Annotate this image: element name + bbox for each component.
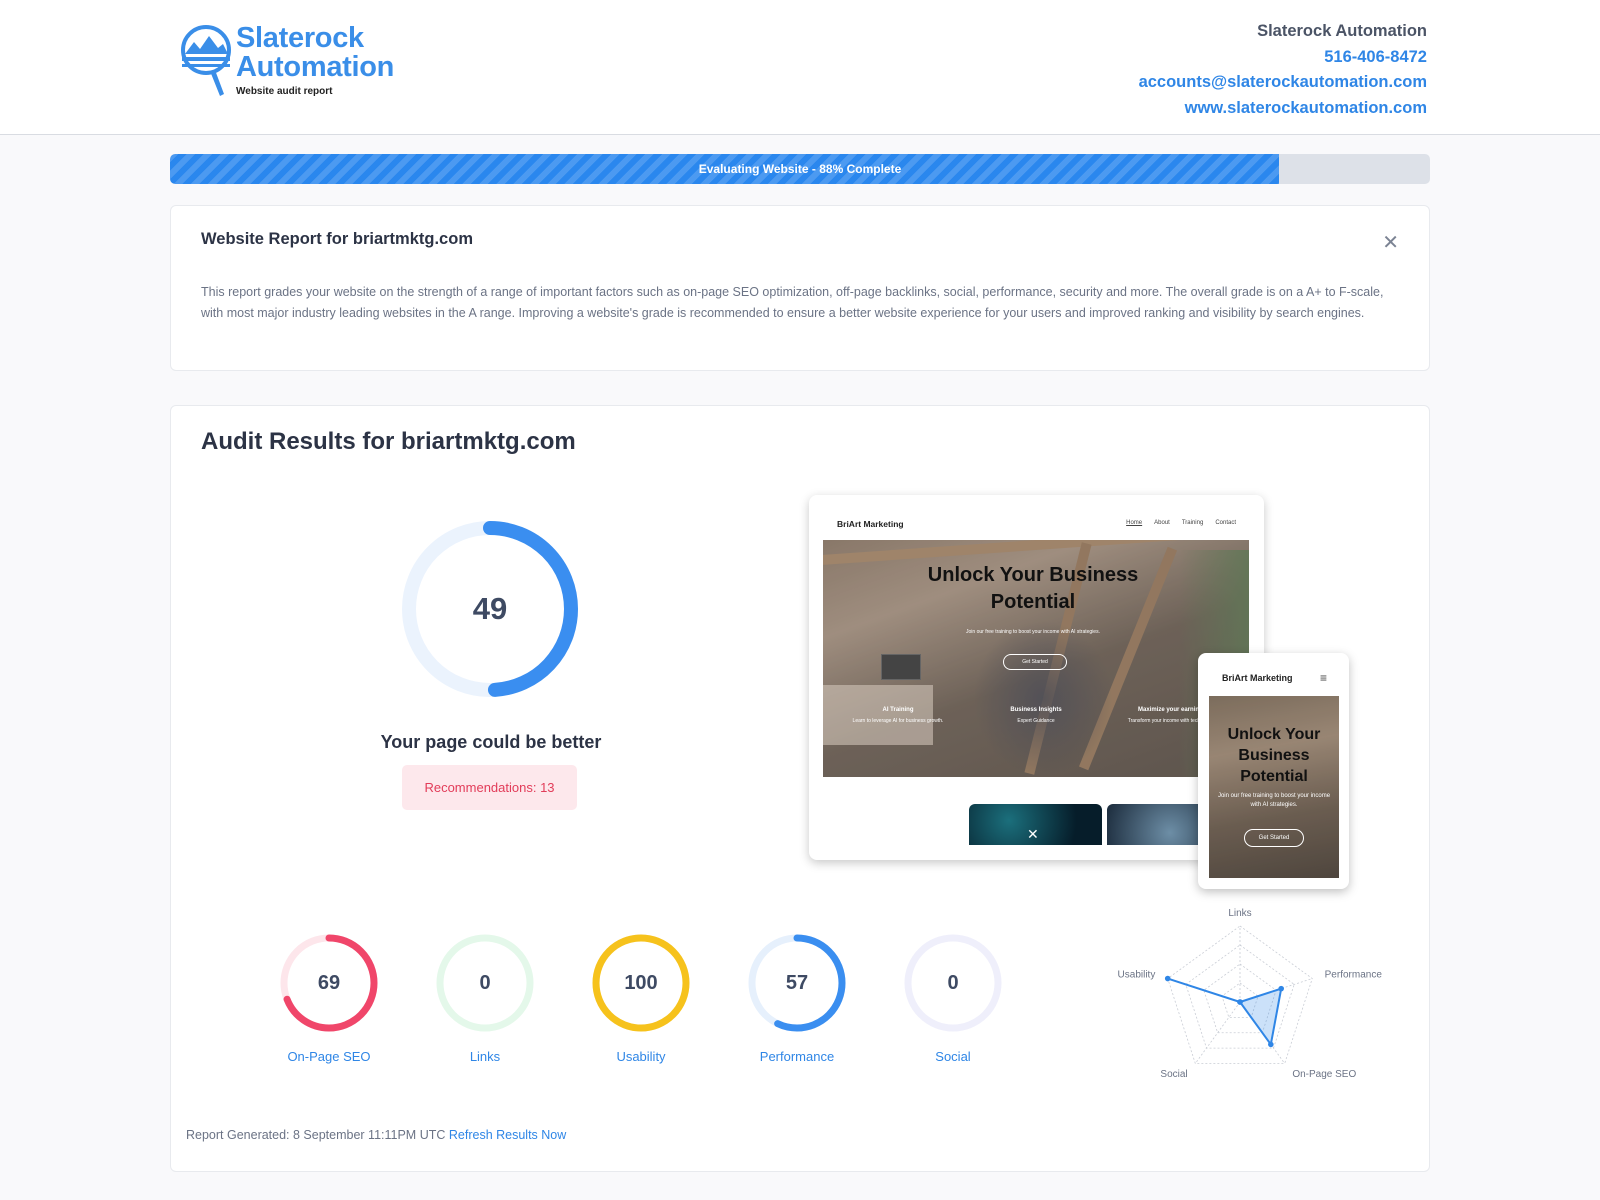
evaluation-progress-bar: Evaluating Website - 88% Complete (170, 154, 1430, 184)
category-gauge-usability[interactable]: 100 Usability (586, 931, 696, 1064)
hamburger-menu-icon: ≡ (1319, 671, 1327, 685)
mobile-preview: BriArt Marketing ≡ Unlock Your Business … (1198, 653, 1349, 889)
category-gauge-performance[interactable]: 57 Performance (742, 931, 852, 1064)
desktop-preview: BriArt Marketing Home About Training Con… (809, 495, 1264, 860)
radar-axis-label: On-Page SEO (1292, 1069, 1356, 1080)
category-score: 100 (624, 972, 658, 994)
preview-nav-about: About (1154, 520, 1170, 526)
preview-feature-text: Expert Guidance (1017, 718, 1055, 724)
category-score: 0 (479, 972, 491, 994)
preview-feature-title: AI Training (882, 707, 914, 713)
logo-tagline: Website audit report (236, 86, 333, 97)
radar-point (1278, 985, 1284, 992)
logo-wordmark-line2: Automation (236, 51, 395, 83)
audit-results-card: Audit Results for briartmktg.com 49 Your… (170, 405, 1430, 1172)
report-generated-timestamp: Report Generated: 8 September 11:11PM UT… (186, 1128, 446, 1142)
company-name: Slaterock Automation (1257, 22, 1427, 40)
preview-get-started-button: Get Started (1003, 654, 1067, 670)
radar-axis-label: Social (1160, 1069, 1187, 1080)
logo-glyph-icon: ✕ (1027, 826, 1039, 842)
mobile-preview-get-started-button: Get Started (1244, 829, 1304, 847)
category-label[interactable]: On-Page SEO (274, 1049, 384, 1064)
mobile-preview-hero: Unlock Your Business Potential Join our … (1209, 696, 1339, 878)
preview-nav: Home About Training Contact (1126, 520, 1236, 526)
mobile-preview-subtitle: Join our free training to boost your inc… (1217, 793, 1331, 808)
category-label[interactable]: Links (430, 1049, 540, 1064)
category-score: 0 (947, 972, 959, 994)
radar-point (1237, 999, 1243, 1005)
intro-title: Website Report for briartmktg.com (201, 230, 473, 248)
preview-brand: BriArt Marketing (837, 519, 904, 529)
radar-axis-label: Performance (1325, 969, 1383, 980)
refresh-results-link[interactable]: Refresh Results Now (449, 1128, 566, 1142)
category-gauge-social[interactable]: 0 Social (898, 931, 1008, 1064)
radar-point (1268, 1041, 1274, 1048)
category-score: 69 (317, 972, 341, 994)
category-score: 57 (785, 972, 809, 994)
radar-point (1164, 975, 1171, 982)
report-header: Slaterock Automation Website audit repor… (0, 0, 1600, 135)
category-label[interactable]: Usability (586, 1049, 696, 1064)
preview-feature: AI Training Learn to leverage AI for bus… (843, 707, 953, 725)
close-icon[interactable]: ✕ (1382, 230, 1399, 255)
mobile-preview-title: Unlock Your Business Potential (1227, 726, 1321, 785)
brand-logo[interactable]: Slaterock Automation Website audit repor… (180, 24, 394, 104)
category-gauge-on-page-seo[interactable]: 69 On-Page SEO (274, 931, 384, 1064)
mobile-preview-brand: BriArt Marketing (1222, 673, 1293, 683)
email-link[interactable]: accounts@slaterockautomation.com (1139, 70, 1427, 96)
radar-axis-label: Usability (1118, 969, 1156, 980)
contact-block: Slaterock Automation 516-406-8472 accoun… (1139, 19, 1427, 121)
overall-score-value: 49 (472, 591, 508, 626)
category-label[interactable]: Social (898, 1049, 1008, 1064)
preview-nav-home: Home (1126, 520, 1143, 526)
overall-score-gauge: 49 (397, 516, 583, 702)
audit-title: Audit Results for briartmktg.com (201, 428, 576, 455)
preview-feature-title: Business Insights (1010, 707, 1062, 713)
preview-feature: Business Insights Expert Guidance (981, 707, 1091, 725)
phone-link[interactable]: 516-406-8472 (1139, 45, 1427, 71)
logo-wordmark-line1: Slaterock (236, 22, 364, 54)
preview-nav-training: Training (1181, 520, 1204, 526)
radar-axis-label: Links (1228, 908, 1251, 919)
intro-description: This report grades your website on the s… (201, 285, 1384, 320)
report-intro-card: Website Report for briartmktg.com ✕ This… (170, 205, 1430, 371)
category-radar-chart: Links Performance On-Page SEO Social Usabili… (1118, 908, 1383, 1080)
website-link[interactable]: www.slaterockautomation.com (1139, 96, 1427, 122)
report-footer: Report Generated: 8 September 11:11PM UT… (186, 1128, 566, 1142)
category-gauge-links[interactable]: 0 Links (430, 931, 540, 1064)
preview-hero-title: Unlock Your Business Potential (927, 564, 1139, 613)
preview-hero-subtitle: Join our free training to boost your inc… (966, 629, 1100, 635)
preview-feature-text: Learn to leverage AI for business growth… (852, 718, 944, 724)
preview-hero-image: Unlock Your Business Potential Join our … (823, 540, 1249, 777)
radar-series-area (1167, 977, 1283, 1047)
progress-label: Evaluating Website - 88% Complete (698, 162, 902, 176)
preview-thumbnail-network: ✕ (969, 804, 1102, 845)
preview-nav-contact: Contact (1215, 520, 1236, 526)
category-label[interactable]: Performance (742, 1049, 852, 1064)
magnifier-mountain-icon (180, 24, 234, 104)
radar-axis-line (1195, 1001, 1241, 1064)
recommendations-badge[interactable]: Recommendations: 13 (402, 765, 577, 810)
score-verdict: Your page could be better (380, 732, 602, 752)
